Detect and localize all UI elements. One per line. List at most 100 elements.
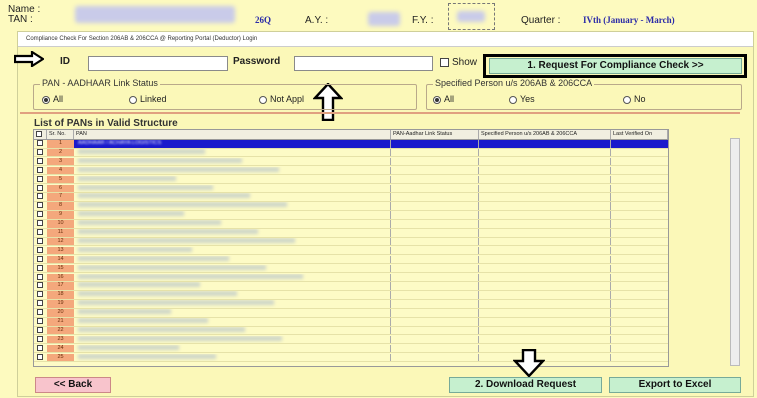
row-sr-no: 4 <box>47 166 74 175</box>
row-checkbox[interactable] <box>34 211 47 219</box>
row-checkbox[interactable] <box>34 318 47 326</box>
row-checkbox[interactable] <box>34 229 47 237</box>
row-pan <box>74 335 391 344</box>
row-checkbox[interactable] <box>34 264 47 273</box>
table-row[interactable]: 17 <box>34 282 668 291</box>
table-row[interactable]: 6 <box>34 184 668 194</box>
row-last-verified <box>611 238 668 246</box>
row-link-status <box>391 335 479 344</box>
row-sr-no: 12 <box>47 237 74 246</box>
show-checkbox[interactable] <box>440 57 449 67</box>
row-checkbox[interactable] <box>34 353 47 362</box>
table-row[interactable]: 8 <box>34 202 668 211</box>
redacted-pan <box>78 237 295 243</box>
row-checkbox[interactable] <box>34 326 47 335</box>
redacted-pan <box>78 273 303 279</box>
row-last-verified <box>611 185 668 193</box>
table-row[interactable]: 15 <box>34 264 668 274</box>
table-row[interactable]: 18 <box>34 291 668 300</box>
row-pan <box>74 300 391 308</box>
show-password-toggle[interactable]: Show <box>440 57 477 68</box>
pan-radio-linked[interactable]: Linked <box>129 94 167 104</box>
request-compliance-check-button[interactable]: 1. Request For Compliance Check >> <box>489 58 742 74</box>
table-row[interactable]: 25 <box>34 353 668 363</box>
row-last-verified <box>611 149 668 157</box>
form-number: 26Q <box>255 15 272 25</box>
redacted-pan <box>78 229 258 234</box>
row-checkbox[interactable] <box>34 300 47 308</box>
row-checkbox[interactable] <box>34 344 47 353</box>
select-all-checkbox[interactable] <box>36 130 42 137</box>
redacted-pan <box>78 344 179 350</box>
user-id-input[interactable] <box>88 56 228 71</box>
row-last-verified <box>611 229 668 237</box>
table-row[interactable]: 1 AADHAAR / ACHAYA LOGISTICS <box>34 140 668 149</box>
table-row[interactable]: 4 <box>34 166 668 176</box>
row-checkbox[interactable] <box>34 273 47 282</box>
table-row[interactable]: 24 <box>34 344 668 354</box>
pan-radio-all[interactable]: All <box>42 94 63 104</box>
row-link-status <box>391 273 479 282</box>
table-row[interactable]: 13 <box>34 246 668 256</box>
table-row[interactable]: 7 <box>34 193 668 202</box>
table-row[interactable]: 22 <box>34 326 668 336</box>
row-checkbox[interactable] <box>34 193 47 201</box>
row-checkbox[interactable] <box>34 202 47 210</box>
password-input[interactable] <box>294 56 433 71</box>
export-excel-button[interactable]: Export to Excel <box>609 377 741 393</box>
select-all-header[interactable] <box>34 130 47 139</box>
row-checkbox[interactable] <box>34 255 47 264</box>
redacted-pan <box>78 353 216 359</box>
download-request-button[interactable]: 2. Download Request <box>449 377 602 393</box>
back-button[interactable]: << Back <box>35 377 111 393</box>
table-row[interactable]: 19 <box>34 300 668 309</box>
table-row[interactable]: 11 <box>34 229 668 238</box>
table-row[interactable]: 10 <box>34 220 668 229</box>
row-pan <box>74 175 391 184</box>
row-checkbox[interactable] <box>34 148 47 157</box>
row-checkbox[interactable] <box>34 291 47 299</box>
row-last-verified <box>611 282 668 290</box>
table-row[interactable]: 23 <box>34 335 668 345</box>
row-checkbox[interactable] <box>34 282 47 290</box>
table-row[interactable]: 5 <box>34 175 668 185</box>
row-specified-person <box>479 344 611 353</box>
row-checkbox[interactable] <box>34 335 47 344</box>
row-checkbox[interactable] <box>34 175 47 184</box>
spec-radio-no[interactable]: No <box>623 94 646 104</box>
table-row[interactable]: 20 <box>34 309 668 318</box>
row-pan <box>74 291 391 299</box>
row-link-status <box>391 300 479 308</box>
row-specified-person <box>479 202 611 210</box>
row-checkbox[interactable] <box>34 184 47 193</box>
row-checkbox[interactable] <box>34 237 47 246</box>
redacted-pan <box>78 264 266 270</box>
spec-radio-all[interactable]: All <box>433 94 454 104</box>
pan-table[interactable]: Sr. No. PAN PAN-Aadhar Link Status Speci… <box>33 129 669 367</box>
row-checkbox[interactable] <box>34 157 47 166</box>
row-specified-person <box>479 175 611 184</box>
row-checkbox[interactable] <box>34 166 47 175</box>
row-link-status <box>391 140 479 148</box>
row-sr-no: 15 <box>47 264 74 273</box>
pan-radio-not-applicable[interactable]: Not Appl <box>259 94 304 104</box>
table-row[interactable]: 12 <box>34 237 668 247</box>
table-row[interactable]: 16 <box>34 273 668 283</box>
table-row[interactable]: 3 <box>34 157 668 167</box>
row-pan <box>74 326 391 335</box>
row-checkbox[interactable] <box>34 309 47 317</box>
table-row[interactable]: 14 <box>34 255 668 265</box>
row-checkbox[interactable] <box>34 220 47 228</box>
table-row[interactable]: 9 <box>34 211 668 220</box>
row-link-status <box>391 211 479 219</box>
table-row[interactable]: 2 <box>34 148 668 158</box>
redacted-fy <box>457 11 485 22</box>
quarter-value: IVth (January - March) <box>583 15 675 25</box>
table-scrollbar[interactable] <box>730 138 740 366</box>
row-checkbox[interactable] <box>34 140 47 148</box>
row-checkbox[interactable] <box>34 246 47 255</box>
spec-radio-yes[interactable]: Yes <box>509 94 535 104</box>
col-pan: PAN <box>74 130 391 139</box>
table-row[interactable]: 21 <box>34 318 668 327</box>
row-pan <box>74 220 391 228</box>
